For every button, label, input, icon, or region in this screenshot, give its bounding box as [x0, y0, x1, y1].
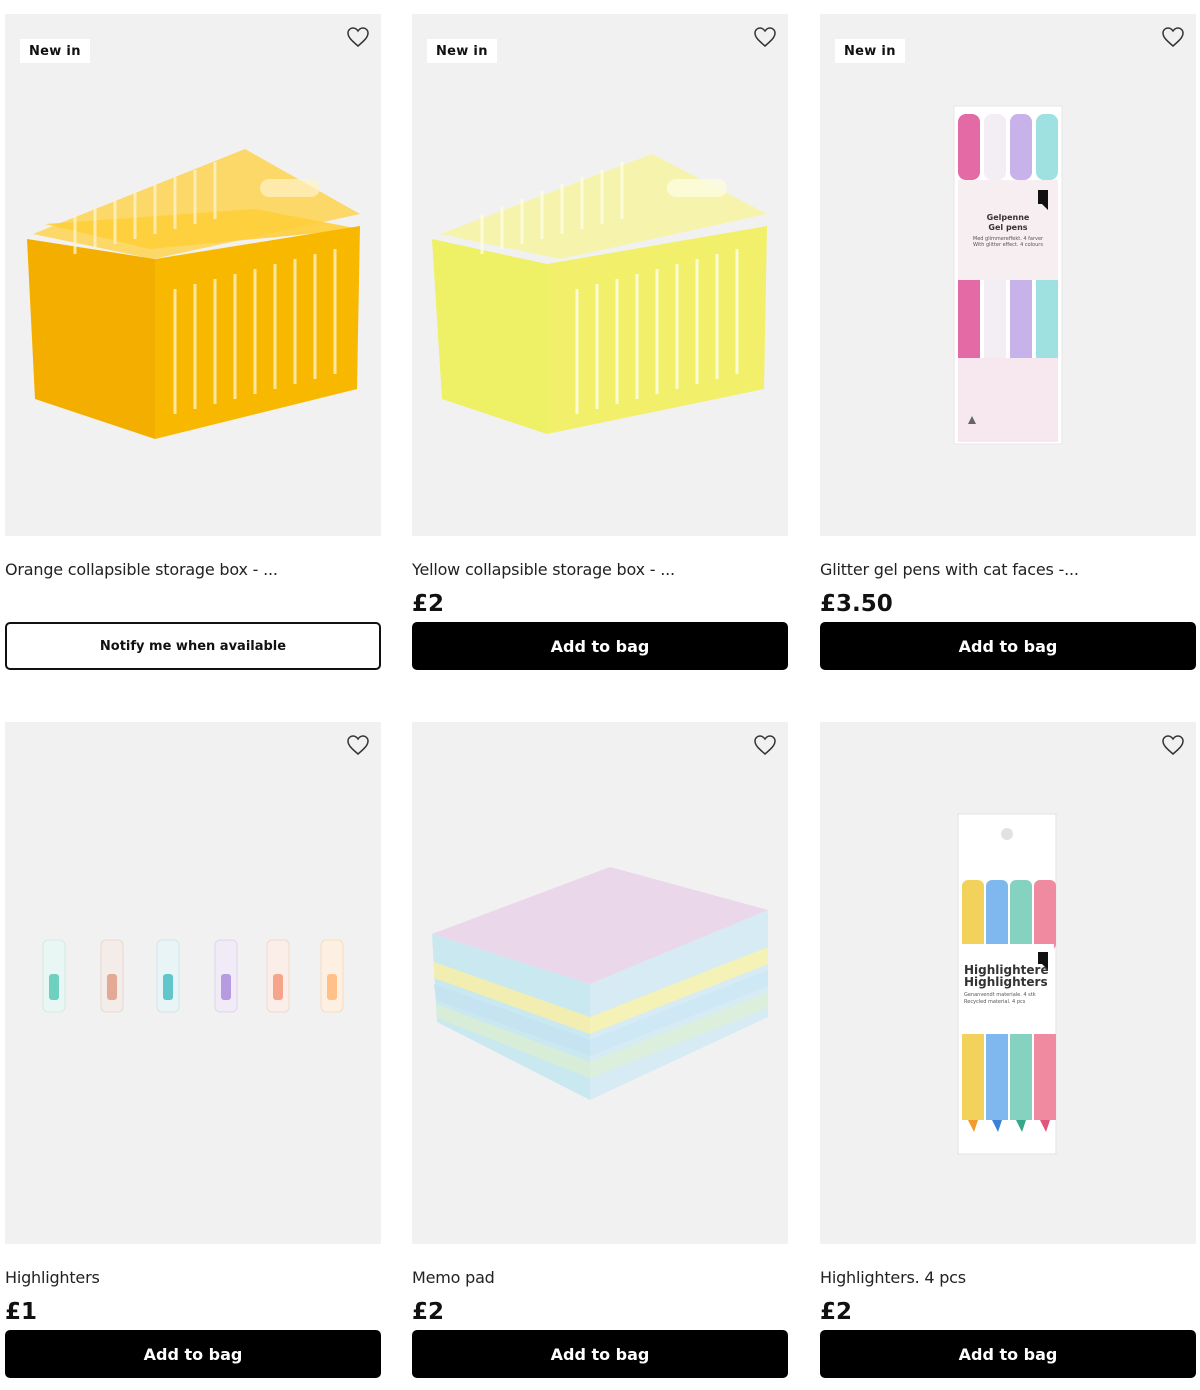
heart-outline-icon[interactable]: [753, 26, 777, 48]
product-image[interactable]: Highlightere Highlighters Genanvendt mat…: [820, 722, 1196, 1244]
add-to-bag-button[interactable]: Add to bag: [5, 1330, 381, 1378]
product-image[interactable]: [412, 722, 788, 1244]
highlighters-pack-image: [957, 813, 1057, 1155]
heart-outline-icon[interactable]: [1161, 734, 1185, 756]
product-card-highlighters-4pcs[interactable]: Highlightere Highlighters Genanvendt mat…: [820, 722, 1196, 1378]
product-title[interactable]: Yellow collapsible storage box - ...: [412, 560, 788, 584]
heart-outline-icon[interactable]: [753, 734, 777, 756]
product-image[interactable]: Gelpenne Gel pens Med glimmereffekt. 4 f…: [820, 14, 1196, 536]
add-to-bag-button[interactable]: Add to bag: [820, 622, 1196, 670]
product-price: £1: [5, 1299, 38, 1325]
yellow-crate-image: [432, 154, 767, 434]
heart-outline-icon[interactable]: [1161, 26, 1185, 48]
product-image[interactable]: [5, 722, 381, 1244]
product-title[interactable]: Glitter gel pens with cat faces -...: [820, 560, 1196, 584]
product-title[interactable]: Memo pad: [412, 1268, 788, 1292]
new-in-badge: New in: [20, 39, 90, 63]
product-price: £2: [412, 591, 445, 617]
orange-crate-image: [27, 149, 360, 439]
notify-me-button[interactable]: Notify me when available: [5, 622, 381, 670]
product-card-yellow-storage-box[interactable]: New in Yellow collapsible storage box - …: [412, 14, 788, 670]
gel-pens-pack-image: [953, 105, 1063, 445]
mini-highlighters-image: [42, 939, 344, 1013]
heart-outline-icon[interactable]: [346, 734, 370, 756]
product-price: [5, 586, 381, 622]
product-card-gel-pens[interactable]: Gelpenne Gel pens Med glimmereffekt. 4 f…: [820, 14, 1196, 670]
product-price: £3.50: [820, 591, 893, 617]
new-in-badge: New in: [835, 39, 905, 63]
new-in-badge: New in: [427, 39, 497, 63]
product-price: £2: [412, 1299, 445, 1325]
product-title[interactable]: Highlighters. 4 pcs: [820, 1268, 1196, 1292]
product-price: £2: [820, 1299, 853, 1325]
product-grid: New in Orange collapsible storage box - …: [0, 0, 1200, 1390]
product-image[interactable]: New in: [5, 14, 381, 536]
memo-pad-image: [432, 867, 768, 1100]
add-to-bag-button[interactable]: Add to bag: [820, 1330, 1196, 1378]
product-title[interactable]: Highlighters: [5, 1268, 381, 1292]
product-title[interactable]: Orange collapsible storage box - ...: [5, 560, 381, 584]
add-to-bag-button[interactable]: Add to bag: [412, 1330, 788, 1378]
product-card-highlighters[interactable]: Highlighters £1 Add to bag: [5, 722, 381, 1378]
product-card-orange-storage-box[interactable]: New in Orange collapsible storage box - …: [5, 14, 381, 670]
product-image[interactable]: New in: [412, 14, 788, 536]
product-card-memo-pad[interactable]: Memo pad £2 Add to bag: [412, 722, 788, 1378]
add-to-bag-button[interactable]: Add to bag: [412, 622, 788, 670]
heart-outline-icon[interactable]: [346, 26, 370, 48]
